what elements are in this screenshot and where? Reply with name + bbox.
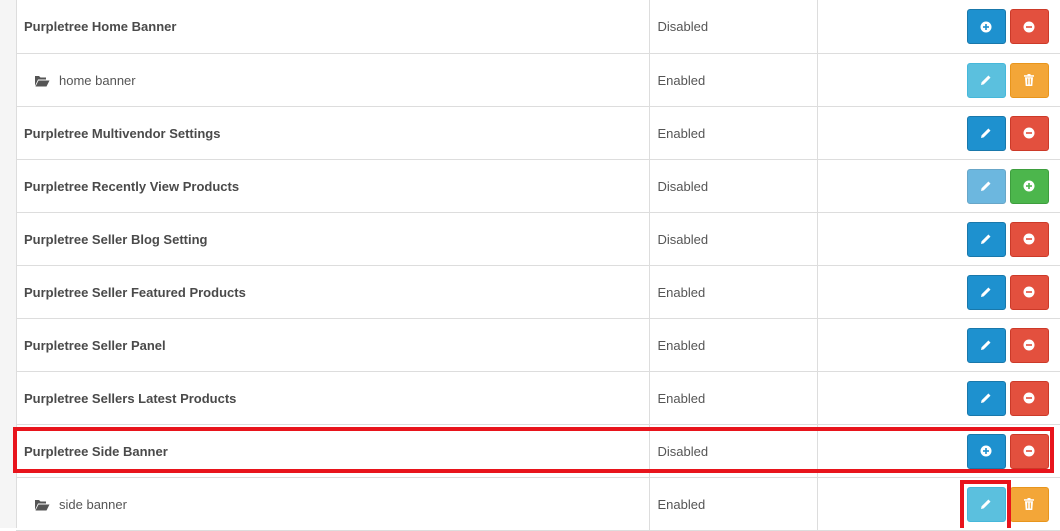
action-cell (817, 477, 1060, 531)
edit-button[interactable] (966, 274, 1006, 310)
module-status: Disabled (649, 159, 818, 213)
table-row: side banner Enabled (16, 477, 1060, 531)
action-cell (817, 0, 1060, 54)
action-cell (817, 106, 1060, 160)
action-cell (817, 159, 1060, 213)
uninstall-button[interactable] (1009, 327, 1049, 363)
folder-open-icon (35, 76, 50, 87)
module-name: Purpletree Seller Featured Products (16, 265, 650, 319)
module-status: Enabled (649, 265, 818, 319)
module-name: Purpletree Multivendor Settings (16, 106, 650, 160)
module-name: Purpletree Seller Blog Setting (16, 212, 650, 266)
install-button[interactable] (966, 9, 1006, 44)
table-row: Purpletree Home Banner Disabled (16, 0, 1060, 54)
left-panel-edge (0, 0, 17, 528)
install-button[interactable] (966, 433, 1006, 469)
install-icon (1023, 180, 1035, 192)
delete-icon (1024, 74, 1034, 86)
table-row: Purpletree Sellers Latest Products Enabl… (16, 371, 1060, 425)
edit-icon (981, 340, 991, 350)
action-cell (817, 371, 1060, 425)
action-cell (817, 265, 1060, 319)
extensions-module-table: Purpletree Home Banner Disabled home ban… (16, 0, 1060, 531)
action-cell (817, 424, 1060, 478)
module-status: Enabled (649, 106, 818, 160)
uninstall-button[interactable] (1009, 9, 1049, 44)
folder-open-icon (35, 500, 50, 511)
table-row: Purpletree Seller Blog Setting Disabled (16, 212, 1060, 266)
edit-icon (981, 499, 991, 509)
module-name: Purpletree Home Banner (16, 0, 650, 54)
uninstall-button[interactable] (1009, 433, 1049, 469)
edit-icon (981, 234, 991, 244)
edit-button-disabled[interactable] (966, 168, 1006, 204)
edit-button[interactable] (966, 115, 1006, 151)
install-button[interactable] (1009, 168, 1049, 204)
module-status: Enabled (649, 53, 818, 107)
delete-icon (1024, 498, 1034, 510)
edit-button[interactable] (966, 486, 1006, 522)
edit-icon (981, 393, 991, 403)
module-status: Enabled (649, 477, 818, 531)
module-name-cell: home banner (16, 53, 650, 107)
module-name: home banner (59, 72, 136, 88)
action-cell (817, 212, 1060, 266)
uninstall-icon (1023, 445, 1035, 457)
table-row: Purpletree Multivendor Settings Enabled (16, 106, 1060, 160)
delete-button[interactable] (1009, 62, 1049, 98)
action-cell (817, 318, 1060, 372)
module-name-cell: side banner (16, 477, 650, 531)
module-name: Purpletree Side Banner (16, 424, 650, 478)
action-cell (817, 53, 1060, 107)
module-status: Disabled (649, 0, 818, 54)
edit-button[interactable] (966, 221, 1006, 257)
table-row: Purpletree Recently View Products Disabl… (16, 159, 1060, 213)
uninstall-button[interactable] (1009, 274, 1049, 310)
module-name: Purpletree Recently View Products (16, 159, 650, 213)
module-status: Disabled (649, 424, 818, 478)
module-status: Disabled (649, 212, 818, 266)
uninstall-button[interactable] (1009, 380, 1049, 416)
uninstall-button[interactable] (1009, 115, 1049, 151)
edit-icon (981, 287, 991, 297)
install-icon (980, 445, 992, 457)
module-name: side banner (59, 496, 127, 512)
edit-icon (981, 128, 991, 138)
uninstall-icon (1023, 286, 1035, 298)
edit-icon (981, 75, 991, 85)
uninstall-icon (1023, 21, 1035, 32)
table-row: Purpletree Seller Panel Enabled (16, 318, 1060, 372)
install-icon (980, 21, 992, 32)
uninstall-icon (1023, 127, 1035, 139)
table-row-highlighted: Purpletree Side Banner Disabled (16, 424, 1060, 478)
uninstall-icon (1023, 233, 1035, 245)
edit-icon (981, 181, 991, 191)
edit-button[interactable] (966, 327, 1006, 363)
uninstall-icon (1023, 339, 1035, 351)
table-row: home banner Enabled (16, 53, 1060, 107)
table-row: Purpletree Seller Featured Products Enab… (16, 265, 1060, 319)
module-status: Enabled (649, 318, 818, 372)
edit-button[interactable] (966, 62, 1006, 98)
edit-button[interactable] (966, 380, 1006, 416)
delete-button[interactable] (1009, 486, 1049, 522)
module-name: Purpletree Seller Panel (16, 318, 650, 372)
uninstall-button[interactable] (1009, 221, 1049, 257)
module-status: Enabled (649, 371, 818, 425)
uninstall-icon (1023, 392, 1035, 404)
module-name: Purpletree Sellers Latest Products (16, 371, 650, 425)
